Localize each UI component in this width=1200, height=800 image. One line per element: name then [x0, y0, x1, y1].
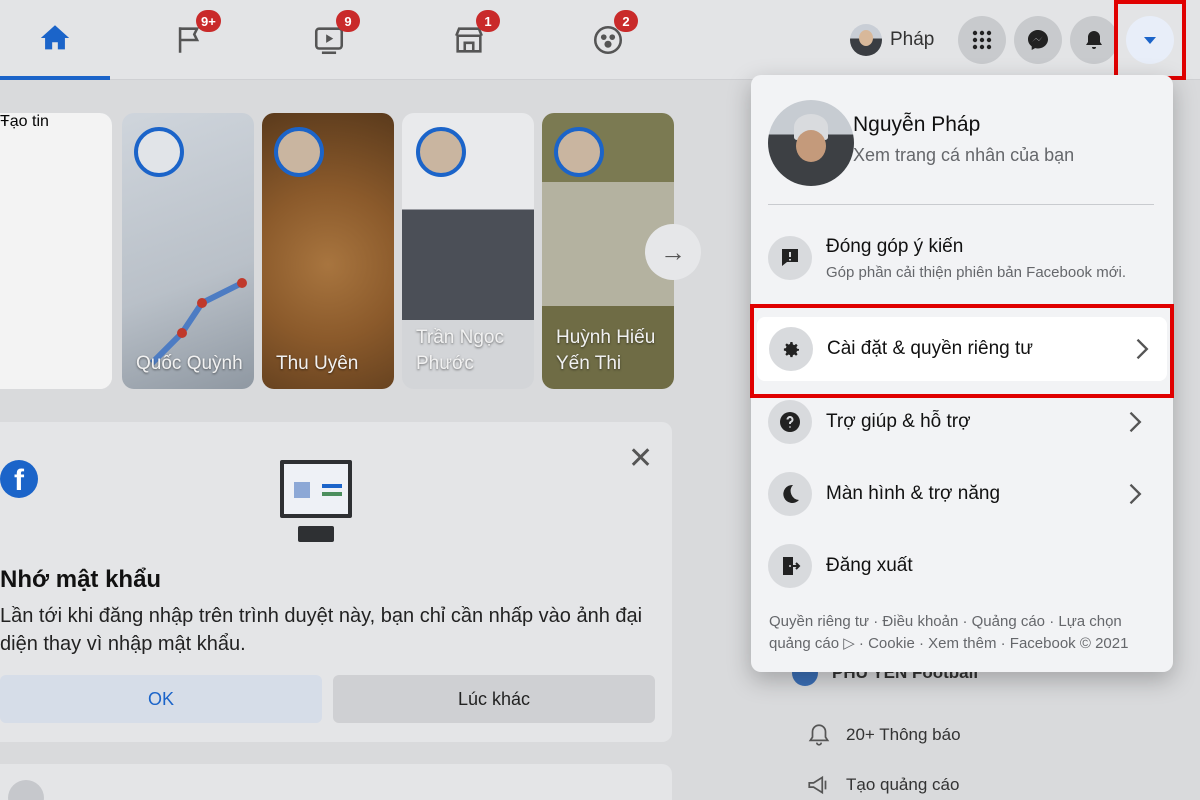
- story-name: Thu Uyên: [276, 353, 359, 374]
- menu-profile-name: Nguyễn Pháp: [853, 113, 981, 136]
- tab-marketplace[interactable]: [414, 0, 524, 80]
- divider: [768, 204, 1154, 205]
- stories-next-button[interactable]: →: [645, 224, 701, 280]
- menu-item-display-accessibility[interactable]: Màn hình & trợ năng: [768, 462, 1160, 526]
- notifications-link-label: 20+ Thông báo: [846, 725, 961, 744]
- story-card[interactable]: Quốc Quỳnh: [122, 113, 254, 389]
- marketplace-badge: 1: [476, 10, 500, 32]
- story-avatar: [554, 127, 604, 177]
- story-name: Huỳnh Hiếu Yến Thi: [556, 327, 656, 374]
- story-name: Trần Ngọc Phước: [416, 327, 504, 374]
- menu-item-log-out[interactable]: Đăng xuất: [768, 534, 1160, 598]
- question-icon: [768, 400, 812, 444]
- create-story-label: Tạo tin: [0, 113, 49, 130]
- story-card[interactable]: Thu Uyên: [262, 113, 394, 389]
- exclamation-bubble-icon: [782, 249, 798, 266]
- monitor-stand: [298, 526, 334, 542]
- add-story-icon[interactable]: +: [0, 113, 112, 389]
- chevron-right-icon: [1129, 411, 1142, 433]
- story-avatar: [134, 127, 184, 177]
- moon-glyph: [783, 484, 799, 503]
- later-button[interactable]: Lúc khác: [333, 675, 655, 723]
- facebook-logo-icon: f: [0, 460, 38, 498]
- chevron-right-icon: [1129, 483, 1142, 505]
- notifications-button[interactable]: [1070, 16, 1118, 64]
- remember-password-description: Lần tới khi đăng nhập trên trình duyệt n…: [0, 605, 643, 655]
- menu-profile-link[interactable]: [768, 95, 1160, 191]
- bell-outline-icon: [808, 724, 830, 746]
- moon-icon: [768, 472, 812, 516]
- tab-groups[interactable]: [553, 0, 663, 80]
- create-ad-link[interactable]: Tạo quảng cáo: [806, 772, 959, 798]
- groups-badge: 2: [614, 10, 638, 32]
- messenger-button[interactable]: [1014, 16, 1062, 64]
- tab-pages[interactable]: [135, 0, 245, 80]
- watch-badge: 9: [336, 10, 360, 32]
- question-circle-glyph: [780, 412, 800, 432]
- pages-badge: 9+: [196, 10, 221, 32]
- menu-item-sublabel: Góp phần cải thiện phiên bản Facebook mớ…: [826, 263, 1127, 281]
- menu-button[interactable]: [958, 16, 1006, 64]
- settings-item-highlight: [750, 304, 1174, 398]
- avatar: [850, 24, 882, 56]
- feedback-icon: [768, 236, 812, 280]
- story-name: Quốc Quỳnh: [136, 353, 243, 374]
- next-post-card: [0, 764, 672, 800]
- close-icon[interactable]: ✕: [628, 444, 653, 474]
- door-exit-glyph: [783, 557, 801, 575]
- story-avatar: [274, 127, 324, 177]
- menu-item-feedback[interactable]: Đóng góp ý kiến Góp phần cải thiện phiên…: [768, 222, 1160, 294]
- grid-menu-icon: [972, 30, 992, 50]
- story-avatar: [416, 127, 466, 177]
- logout-icon: [768, 544, 812, 588]
- create-ad-link-label: Tạo quảng cáo: [846, 775, 960, 794]
- home-icon: [40, 25, 70, 50]
- bell-icon: [1086, 31, 1102, 49]
- story-card[interactable]: Trần Ngọc Phước: [402, 113, 534, 389]
- arrow-right-icon: →: [660, 236, 686, 267]
- tab-home[interactable]: [0, 0, 110, 80]
- menu-item-help-support[interactable]: Trợ giúp & hỗ trợ: [768, 390, 1160, 454]
- profile-shortcut[interactable]: Pháp: [850, 18, 944, 62]
- computer-monitor-icon: [280, 460, 352, 518]
- menu-item-label: Đăng xuất: [826, 555, 913, 576]
- notifications-link[interactable]: 20+ Thông báo: [806, 722, 961, 748]
- account-button-highlight: [1114, 0, 1186, 80]
- menu-footer-links[interactable]: Quyền riêng tư · Điều khoản · Quảng cáo …: [769, 611, 1157, 655]
- top-navigation-bar: 9+ 9 1 2 Pháp: [0, 0, 1200, 80]
- menu-item-label: Đóng góp ý kiến: [826, 235, 964, 257]
- megaphone-icon: [808, 775, 827, 795]
- menu-item-label: Màn hình & trợ năng: [826, 483, 1001, 504]
- avatar: [768, 100, 854, 186]
- profile-shortcut-name: Pháp: [890, 29, 935, 50]
- menu-profile-subtitle: Xem trang cá nhân của bạn: [853, 145, 1075, 165]
- remember-password-title: Nhớ mật khẩu: [0, 566, 162, 593]
- ok-button[interactable]: OK: [0, 675, 322, 723]
- tab-watch[interactable]: [274, 0, 384, 80]
- messenger-icon: [1028, 30, 1048, 50]
- menu-item-label: Trợ giúp & hỗ trợ: [826, 411, 971, 432]
